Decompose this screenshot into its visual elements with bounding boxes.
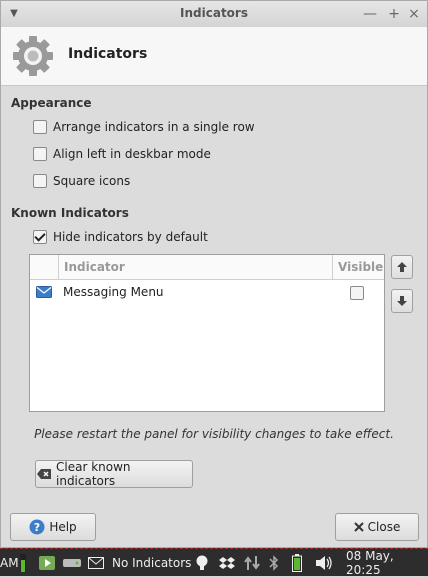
no-indicators-label[interactable]: No Indicators [112, 553, 191, 573]
maximize-button[interactable]: + [385, 5, 403, 23]
square-icons-option[interactable]: Square icons [33, 172, 130, 190]
visible-checkbox[interactable] [350, 286, 364, 300]
bluetooth-icon[interactable] [269, 553, 279, 573]
list-item[interactable]: Messaging Menu [30, 281, 384, 305]
single-row-label: Arrange indicators in a single row [53, 120, 255, 134]
network-transfer-icon[interactable] [243, 553, 261, 573]
dropbox-icon[interactable] [219, 553, 235, 573]
close-button-label: Close [367, 520, 401, 534]
clear-known-indicators-button[interactable]: Clear known indicators [35, 460, 193, 488]
restart-note: Please restart the panel for visibility … [34, 427, 394, 441]
taskbar: AM No Indicators 08 May, 20:25 [0, 548, 428, 577]
square-icons-checkbox[interactable] [33, 174, 47, 188]
close-icon [353, 522, 364, 532]
gear-icon [13, 36, 53, 76]
svg-text:?: ? [34, 521, 40, 534]
hide-default-checkbox[interactable] [33, 230, 47, 244]
battery-icon[interactable] [292, 553, 302, 573]
appearance-section-title: Appearance [11, 96, 92, 110]
clear-icon [36, 468, 52, 480]
list-item-label: Messaging Menu [63, 285, 164, 299]
lightbulb-icon[interactable] [196, 553, 208, 573]
move-down-button[interactable] [391, 289, 413, 313]
arrow-down-icon [397, 296, 407, 306]
help-icon: ? [29, 519, 45, 535]
arrow-up-icon [397, 262, 407, 272]
volume-icon[interactable] [315, 553, 333, 573]
media-player-icon[interactable] [38, 553, 56, 573]
visible-column-header[interactable]: Visible [338, 260, 383, 274]
clear-button-label: Clear known indicators [56, 460, 131, 488]
indicators-list[interactable]: Indicator Visible Messaging Menu [29, 254, 385, 412]
list-header: Indicator Visible [30, 255, 384, 280]
single-row-checkbox[interactable] [33, 120, 47, 134]
indicators-dialog: ▼ Indicators — + × Indicators Appearance [0, 0, 428, 548]
indicator-column-header[interactable]: Indicator [64, 260, 125, 274]
align-left-checkbox[interactable] [33, 147, 47, 161]
align-left-label: Align left in deskbar mode [53, 147, 211, 161]
known-indicators-section-title: Known Indicators [11, 206, 129, 220]
envelope-icon [36, 286, 52, 298]
mail-icon[interactable] [88, 553, 104, 573]
taskbar-time-fragment: AM [0, 556, 19, 570]
clock[interactable]: 08 May, 20:25 [346, 549, 428, 577]
help-button[interactable]: ? Help [10, 513, 96, 541]
dialog-heading: Indicators [68, 46, 148, 62]
close-window-button[interactable]: × [405, 5, 423, 23]
single-row-option[interactable]: Arrange indicators in a single row [33, 118, 255, 136]
cpu-graph-icon [20, 553, 26, 573]
hide-default-option[interactable]: Hide indicators by default [33, 228, 208, 246]
network-drive-icon[interactable] [62, 553, 82, 573]
title-bar[interactable]: ▼ Indicators — + × [1, 1, 427, 28]
minimize-button[interactable]: — [361, 5, 379, 23]
hide-default-label: Hide indicators by default [53, 230, 208, 244]
align-left-option[interactable]: Align left in deskbar mode [33, 145, 211, 163]
square-icons-label: Square icons [53, 174, 131, 188]
close-button[interactable]: Close [335, 513, 419, 541]
icon-column-header[interactable] [30, 255, 59, 279]
help-button-label: Help [49, 520, 77, 534]
column-divider [332, 255, 333, 279]
dialog-header: Indicators [1, 27, 427, 86]
move-up-button[interactable] [391, 255, 413, 279]
